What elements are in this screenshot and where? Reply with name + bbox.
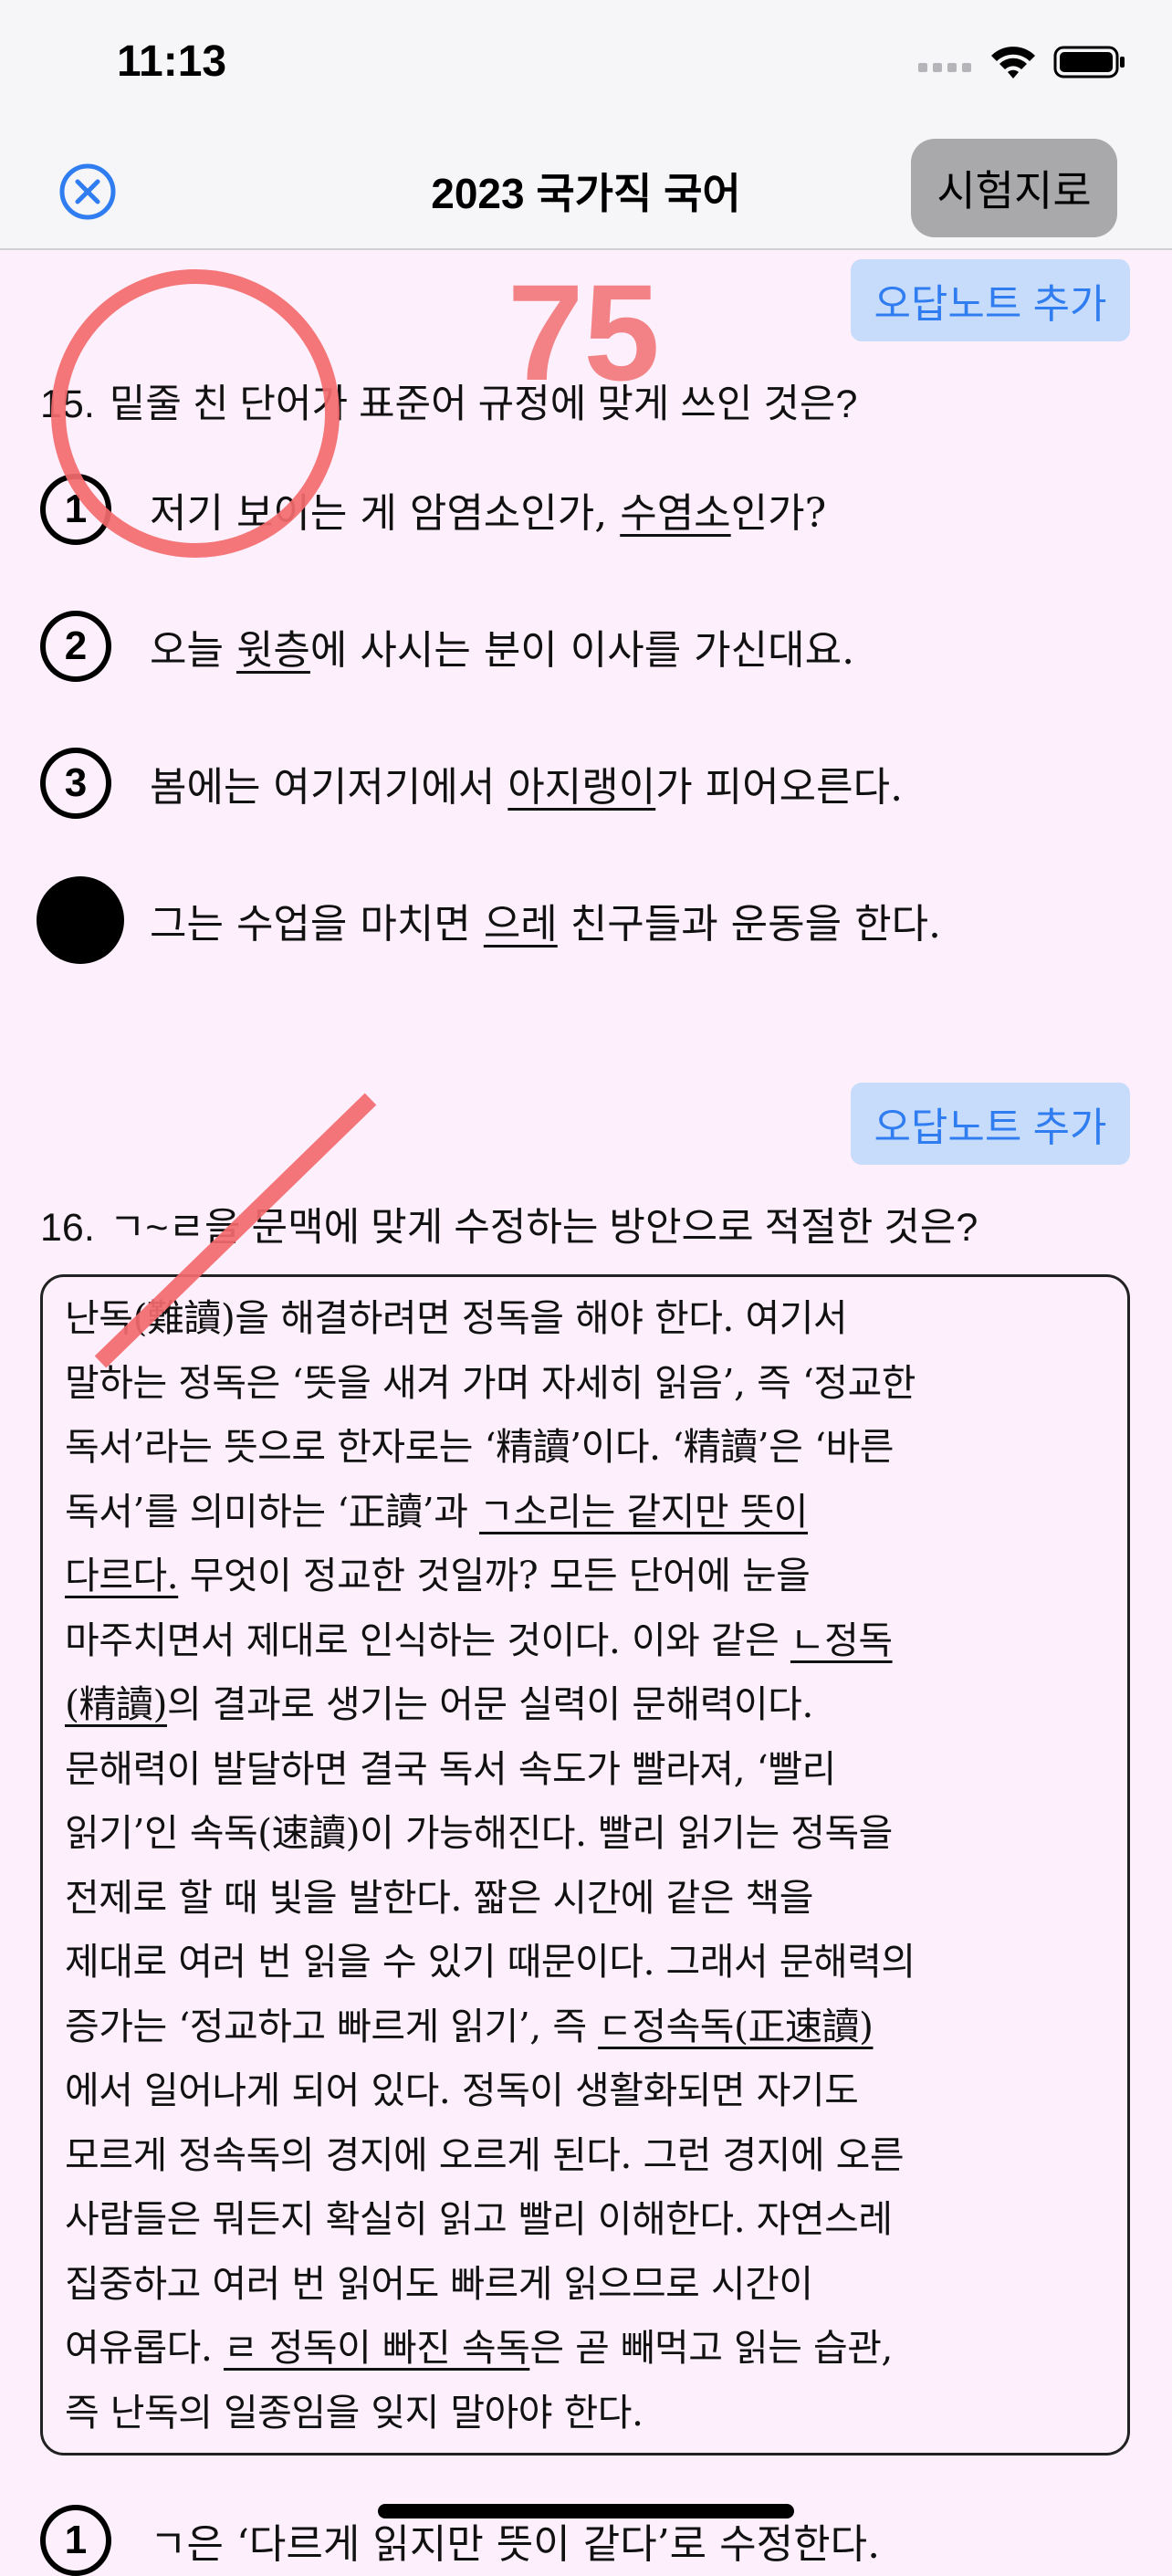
question-15-title: 15. 밑줄 친 단어가 표준어 규정에 맞게 쓰인 것은? (40, 372, 857, 429)
passage-line: 마주치면서 제대로 인식하는 것이다. 이와 같은 ㄴ정독 (65, 1618, 893, 1662)
passage-line: 집중하고 여러 번 읽어도 빠르게 읽으므로 시간이 (65, 2261, 813, 2306)
passage-line: 독서’라는 뜻으로 한자로는 ‘精讀’이다. ‘精讀’은 ‘바른 (65, 1425, 894, 1469)
question-16-title: 16. ㄱ~ㄹ을 문맥에 맞게 수정하는 방안으로 적절한 것은? (40, 1196, 978, 1252)
wifi-icon (991, 47, 1035, 79)
choice-text: 오늘 윗층에 사시는 분이 이사를 가신대요. (150, 627, 855, 674)
passage-line: 사람들은 뭐든지 확실히 읽고 빨리 이해한다. 자연스레 (65, 2197, 893, 2241)
signal-icon (918, 63, 971, 72)
close-icon[interactable] (58, 162, 117, 221)
passage-line: 독서’를 의미하는 ‘正讀’과 ㄱ소리는 같지만 뜻이 (65, 1489, 809, 1534)
choice-4-selected[interactable]: 그는 수업을 마치면 으레 친구들과 운동을 한다. (37, 874, 942, 966)
passage-line: 다르다. 무엇이 정교한 것일까? 모든 단어에 눈을 (65, 1554, 811, 1597)
passage-line: 즉 난독의 일종임을 잊지 말아야 한다. (65, 2390, 644, 2435)
passage-line: 여유롭다. ㄹ 정독이 빠진 속독은 곧 빼먹고 읽는 습관, (65, 2326, 893, 2370)
go-to-exam-button[interactable]: 시험지로 (911, 139, 1117, 237)
choice-text: 그는 수업을 마치면 으레 친구들과 운동을 한다. (150, 901, 942, 948)
choice-text: 저기 보이는 게 암염소인가, 수염소인가? (150, 490, 827, 537)
passage-line: 제대로 여러 번 읽을 수 있기 때문이다. 그래서 문해력의 (65, 1940, 916, 1984)
add-wrong-note-button[interactable]: 오답노트 추가 (851, 1083, 1130, 1165)
status-time: 11:13 (117, 37, 227, 86)
passage-line: (精讀)의 결과로 생기는 어문 실력이 문해력이다. (65, 1682, 813, 1726)
home-indicator (378, 2504, 794, 2518)
choice-number-marker: 2 (40, 611, 111, 682)
choice-text: ㄱ은 ‘다르게 읽지만 뜻이 같다’로 수정한다. (150, 2521, 881, 2568)
passage-line: 읽기’인 속독(速讀)이 가능해진다. 빨리 읽기는 정독을 (65, 1811, 893, 1855)
question-text: ㄱ~ㄹ을 문맥에 맞게 수정하는 방안으로 적절한 것은? (109, 1206, 978, 1250)
choice-number-marker: 3 (40, 748, 111, 819)
passage-line: 모르게 정속독의 경지에 오르게 된다. 그런 경지에 오른 (65, 2132, 905, 2177)
passage-line: 에서 일어나게 되어 있다. 정독이 생활화되면 자기도 (65, 2068, 859, 2112)
choice-number-marker: 1 (40, 474, 111, 545)
add-wrong-note-button[interactable]: 오답노트 추가 (851, 259, 1130, 341)
choice-number-marker: 1 (40, 2505, 111, 2576)
passage-line: 전제로 할 때 빛을 발한다. 짧은 시간에 같은 책을 (65, 1875, 813, 1920)
question-number: 16. (40, 1206, 95, 1250)
passage-line: 문해력이 발달하면 결국 독서 속도가 빨라져, ‘빨리 (65, 1746, 836, 1791)
question-number: 15. (40, 382, 95, 426)
question-text: 밑줄 친 단어가 표준어 규정에 맞게 쓰인 것은? (109, 382, 858, 426)
passage-line: 증가는 ‘정교하고 빠르게 읽기’, 즉 ㄷ정속독(正速讀) (65, 2004, 874, 2048)
choice-1[interactable]: 1 저기 보이는 게 암염소인가, 수염소인가? (40, 464, 826, 555)
reading-passage: 난독(難讀)을 해결하려면 정독을 해야 한다. 여기서 말하는 정독은 ‘뜻을… (40, 1274, 1130, 2456)
battery-icon (1053, 46, 1125, 79)
choice-2[interactable]: 2 오늘 윗층에 사시는 분이 이사를 가신대요. (40, 601, 854, 692)
status-icons (918, 44, 1126, 80)
choice-text: 봄에는 여기저기에서 아지랭이가 피어오른다. (150, 764, 904, 811)
selected-choice-marker (37, 876, 124, 964)
passage-line: 난독(難讀)을 해결하려면 정독을 해야 한다. 여기서 (65, 1296, 848, 1340)
choice-3[interactable]: 3 봄에는 여기저기에서 아지랭이가 피어오른다. (40, 738, 903, 829)
passage-line: 말하는 정독은 ‘뜻을 새겨 가며 자세히 읽음’, 즉 ‘정교한 (65, 1360, 916, 1405)
